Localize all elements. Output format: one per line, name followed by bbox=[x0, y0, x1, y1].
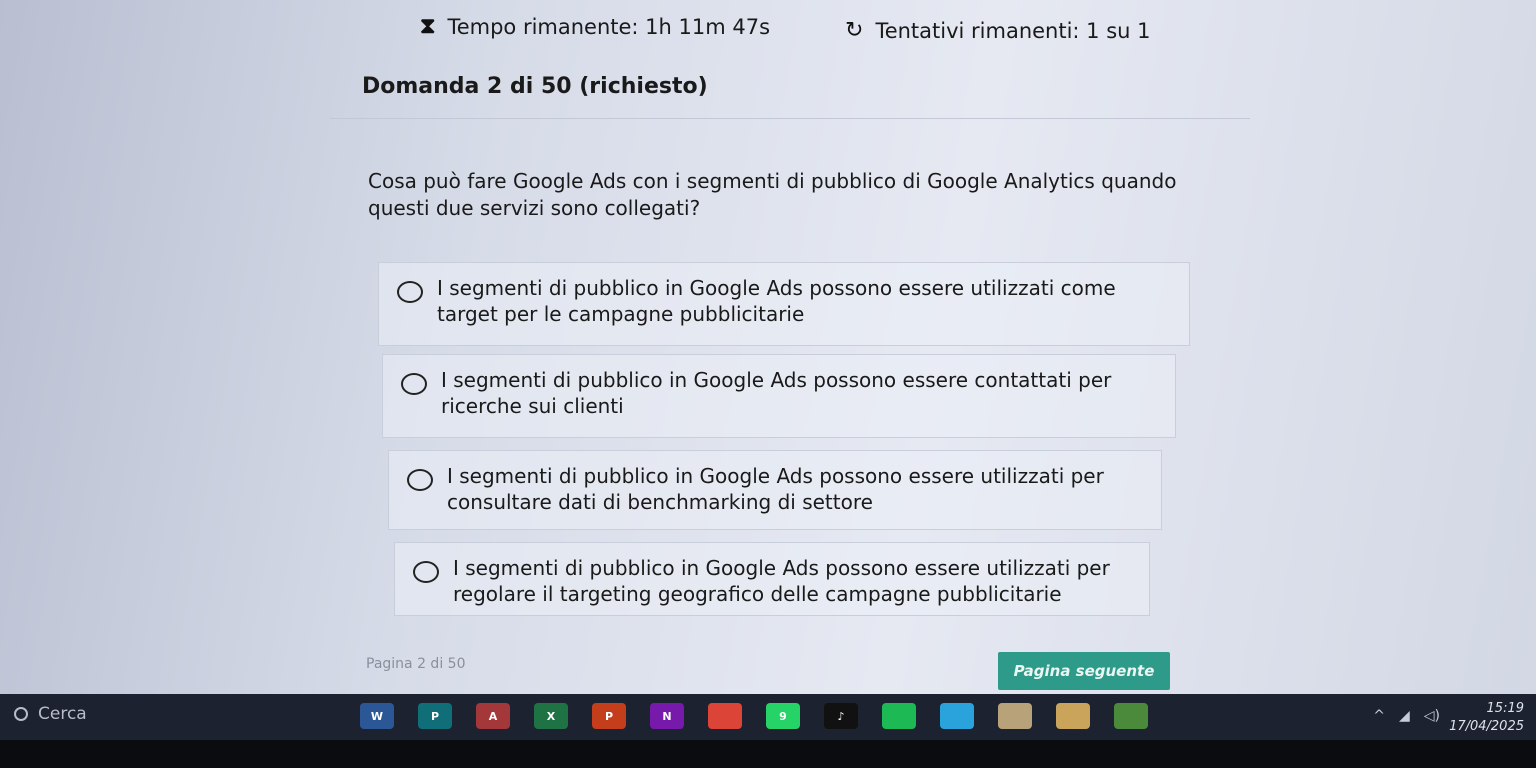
page-indicator: Pagina 2 di 50 bbox=[366, 656, 466, 672]
time-remaining: ⧗ Tempo rimanente: 1h 11m 47s bbox=[420, 14, 770, 39]
time-remaining-label: Tempo rimanente: 1h 11m 47s bbox=[447, 14, 771, 39]
taskbar-app-onenote-icon[interactable]: N bbox=[650, 703, 684, 729]
answer-option-3[interactable]: I segmenti di pubblico in Google Ads pos… bbox=[388, 450, 1162, 530]
taskbar-app-game-1-icon[interactable] bbox=[998, 703, 1032, 729]
taskbar-app-whatsapp-icon[interactable]: 9 bbox=[766, 703, 800, 729]
exam-header: ⧗ Tempo rimanente: 1h 11m 47s ↻ Tentativ… bbox=[0, 0, 1536, 60]
question-title: Domanda 2 di 50 (richiesto) bbox=[362, 74, 708, 99]
taskbar-app-telegram-icon[interactable] bbox=[940, 703, 974, 729]
radio-button[interactable] bbox=[397, 281, 423, 303]
answer-option-label: I segmenti di pubblico in Google Ads pos… bbox=[437, 276, 1116, 326]
question-text: Cosa può fare Google Ads con i segmenti … bbox=[368, 169, 1177, 220]
system-tray: ^ ◢ ◁) bbox=[1373, 708, 1440, 724]
search-placeholder: Cerca bbox=[38, 704, 87, 724]
taskbar-app-powerpoint-icon[interactable]: P bbox=[592, 703, 626, 729]
answer-option-label: I segmenti di pubblico in Google Ads pos… bbox=[441, 368, 1112, 418]
taskbar-app-powerpoint-teal-icon[interactable]: P bbox=[418, 703, 452, 729]
search-icon bbox=[14, 707, 28, 721]
answer-option-4[interactable]: I segmenti di pubblico in Google Ads pos… bbox=[394, 542, 1150, 616]
taskbar-app-spotify-icon[interactable] bbox=[882, 703, 916, 729]
taskbar-app-excel-icon[interactable]: X bbox=[534, 703, 568, 729]
taskbar-clock[interactable]: 15:19 17/04/2025 bbox=[1449, 700, 1524, 736]
taskbar-app-game-3-icon[interactable] bbox=[1114, 703, 1148, 729]
refresh-icon: ↻ bbox=[845, 18, 864, 43]
hourglass-icon: ⧗ bbox=[420, 14, 436, 39]
clock-time: 15:19 bbox=[1486, 701, 1524, 716]
taskbar-app-word-icon[interactable]: W bbox=[360, 703, 394, 729]
answer-option-label: I segmenti di pubblico in Google Ads pos… bbox=[453, 556, 1110, 606]
taskbar-search[interactable]: Cerca bbox=[14, 704, 87, 724]
radio-button[interactable] bbox=[413, 561, 439, 583]
taskbar-app-access-icon[interactable]: A bbox=[476, 703, 510, 729]
answer-option-2[interactable]: I segmenti di pubblico in Google Ads pos… bbox=[382, 354, 1176, 438]
attempts-remaining: ↻ Tentativi rimanenti: 1 su 1 bbox=[845, 18, 1151, 43]
radio-button[interactable] bbox=[407, 469, 433, 491]
taskbar: Cerca W P A X P N 9 ♪ ^ ◢ ◁) 15:19 17/04/2025 bbox=[0, 694, 1536, 740]
answer-option-label: I segmenti di pubblico in Google Ads pos… bbox=[447, 464, 1104, 514]
next-page-button[interactable]: Pagina seguente bbox=[998, 652, 1170, 690]
taskbar-apps: W P A X P N 9 ♪ bbox=[360, 703, 1148, 729]
taskbar-app-tiktok-icon[interactable]: ♪ bbox=[824, 703, 858, 729]
chevron-up-icon[interactable]: ^ bbox=[1373, 708, 1385, 724]
attempts-remaining-label: Tentativi rimanenti: 1 su 1 bbox=[875, 18, 1151, 43]
divider bbox=[330, 118, 1250, 119]
screen-bezel bbox=[0, 740, 1536, 768]
clock-date: 17/04/2025 bbox=[1449, 719, 1524, 734]
taskbar-app-game-2-icon[interactable] bbox=[1056, 703, 1090, 729]
answer-option-1[interactable]: I segmenti di pubblico in Google Ads pos… bbox=[378, 262, 1190, 346]
taskbar-app-chrome-icon[interactable] bbox=[708, 703, 742, 729]
radio-button[interactable] bbox=[401, 373, 427, 395]
speaker-icon[interactable]: ◁) bbox=[1424, 708, 1440, 724]
network-icon[interactable]: ◢ bbox=[1399, 708, 1410, 724]
